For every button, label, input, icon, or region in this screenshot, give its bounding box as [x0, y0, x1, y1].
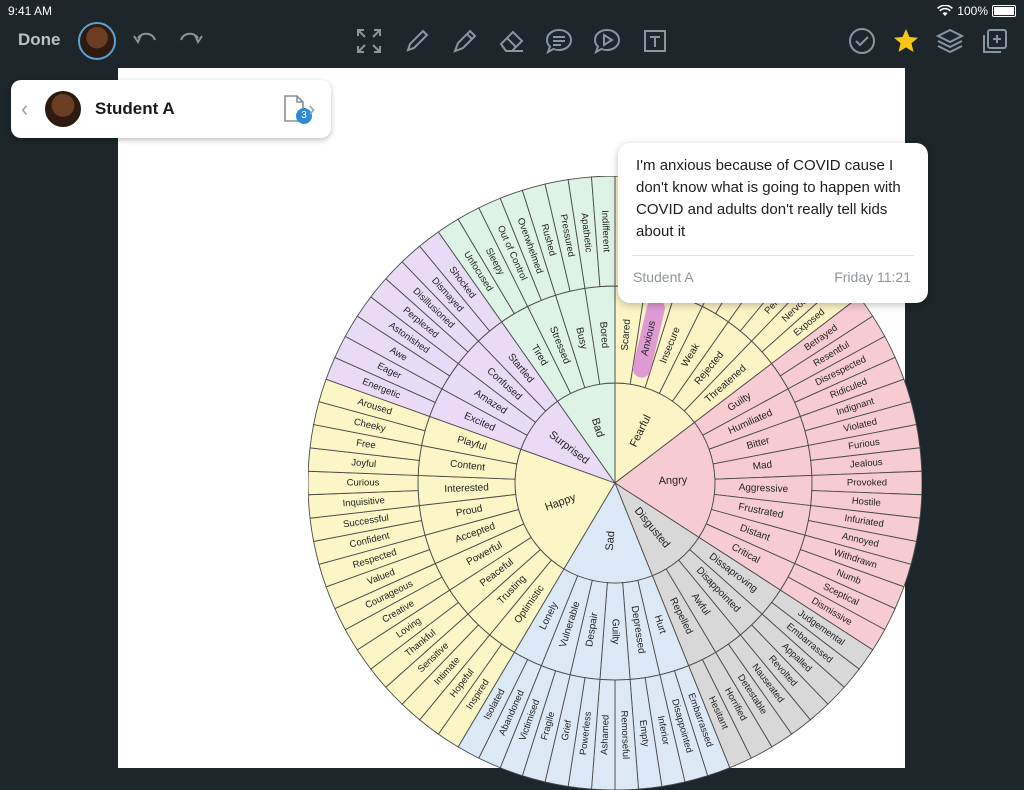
comment-icon[interactable]	[544, 26, 574, 56]
expand-icon[interactable]	[354, 26, 384, 56]
next-student-chevron-icon[interactable]: ›	[308, 96, 315, 122]
outer-label: Ashamed	[599, 715, 612, 756]
core-label: Sad	[604, 531, 617, 551]
comment-bubble[interactable]: I'm anxious because of COVID cause I don…	[618, 143, 928, 303]
comment-timestamp: Friday 11:21	[834, 269, 911, 285]
battery-percent: 100%	[957, 4, 988, 18]
clock-time: 9:41 AM	[8, 4, 53, 18]
done-button[interactable]: Done	[18, 30, 61, 50]
wifi-icon	[937, 5, 954, 16]
status-bar: 9:41 AM 100%	[0, 0, 1024, 20]
student-avatar[interactable]	[78, 22, 116, 60]
outer-label: Provoked	[847, 478, 887, 489]
top-toolbar: Done	[0, 20, 1024, 68]
text-box-icon[interactable]	[640, 26, 670, 56]
redo-icon[interactable]	[176, 26, 206, 56]
previous-student-chevron-icon[interactable]: ‹	[21, 96, 28, 122]
eraser-icon[interactable]	[497, 26, 527, 56]
student-card-avatar	[43, 89, 83, 129]
battery-indicator: 100%	[937, 4, 1016, 18]
middle-label: Aggressive	[738, 482, 788, 495]
outer-label: Joyful	[351, 457, 377, 470]
student-selector-card[interactable]: ‹ Student A 3 ›	[11, 80, 331, 138]
middle-label: Bored	[597, 321, 610, 348]
comment-author: Student A	[633, 269, 694, 285]
middle-label: Interested	[444, 482, 489, 495]
pen-icon[interactable]	[450, 26, 480, 56]
outer-label: Hostile	[851, 496, 881, 509]
battery-icon	[992, 5, 1016, 17]
core-label: Angry	[658, 474, 688, 487]
middle-label: Guilty	[610, 619, 621, 645]
middle-label: Mad	[752, 459, 773, 472]
pencil-icon[interactable]	[402, 26, 432, 56]
comment-divider	[632, 255, 914, 256]
undo-icon[interactable]	[130, 26, 160, 56]
add-page-icon[interactable]	[980, 26, 1010, 56]
star-icon[interactable]	[891, 26, 921, 56]
layers-icon[interactable]	[935, 26, 965, 56]
comment-text: I'm anxious because of COVID cause I don…	[636, 157, 901, 240]
outer-label: Remorseful	[618, 710, 631, 759]
checkmark-icon[interactable]	[847, 26, 877, 56]
outer-label: Indifferent	[599, 210, 612, 253]
voice-comment-icon[interactable]	[592, 26, 622, 56]
outer-label: Curious	[347, 478, 380, 489]
student-name: Student A	[95, 99, 175, 118]
